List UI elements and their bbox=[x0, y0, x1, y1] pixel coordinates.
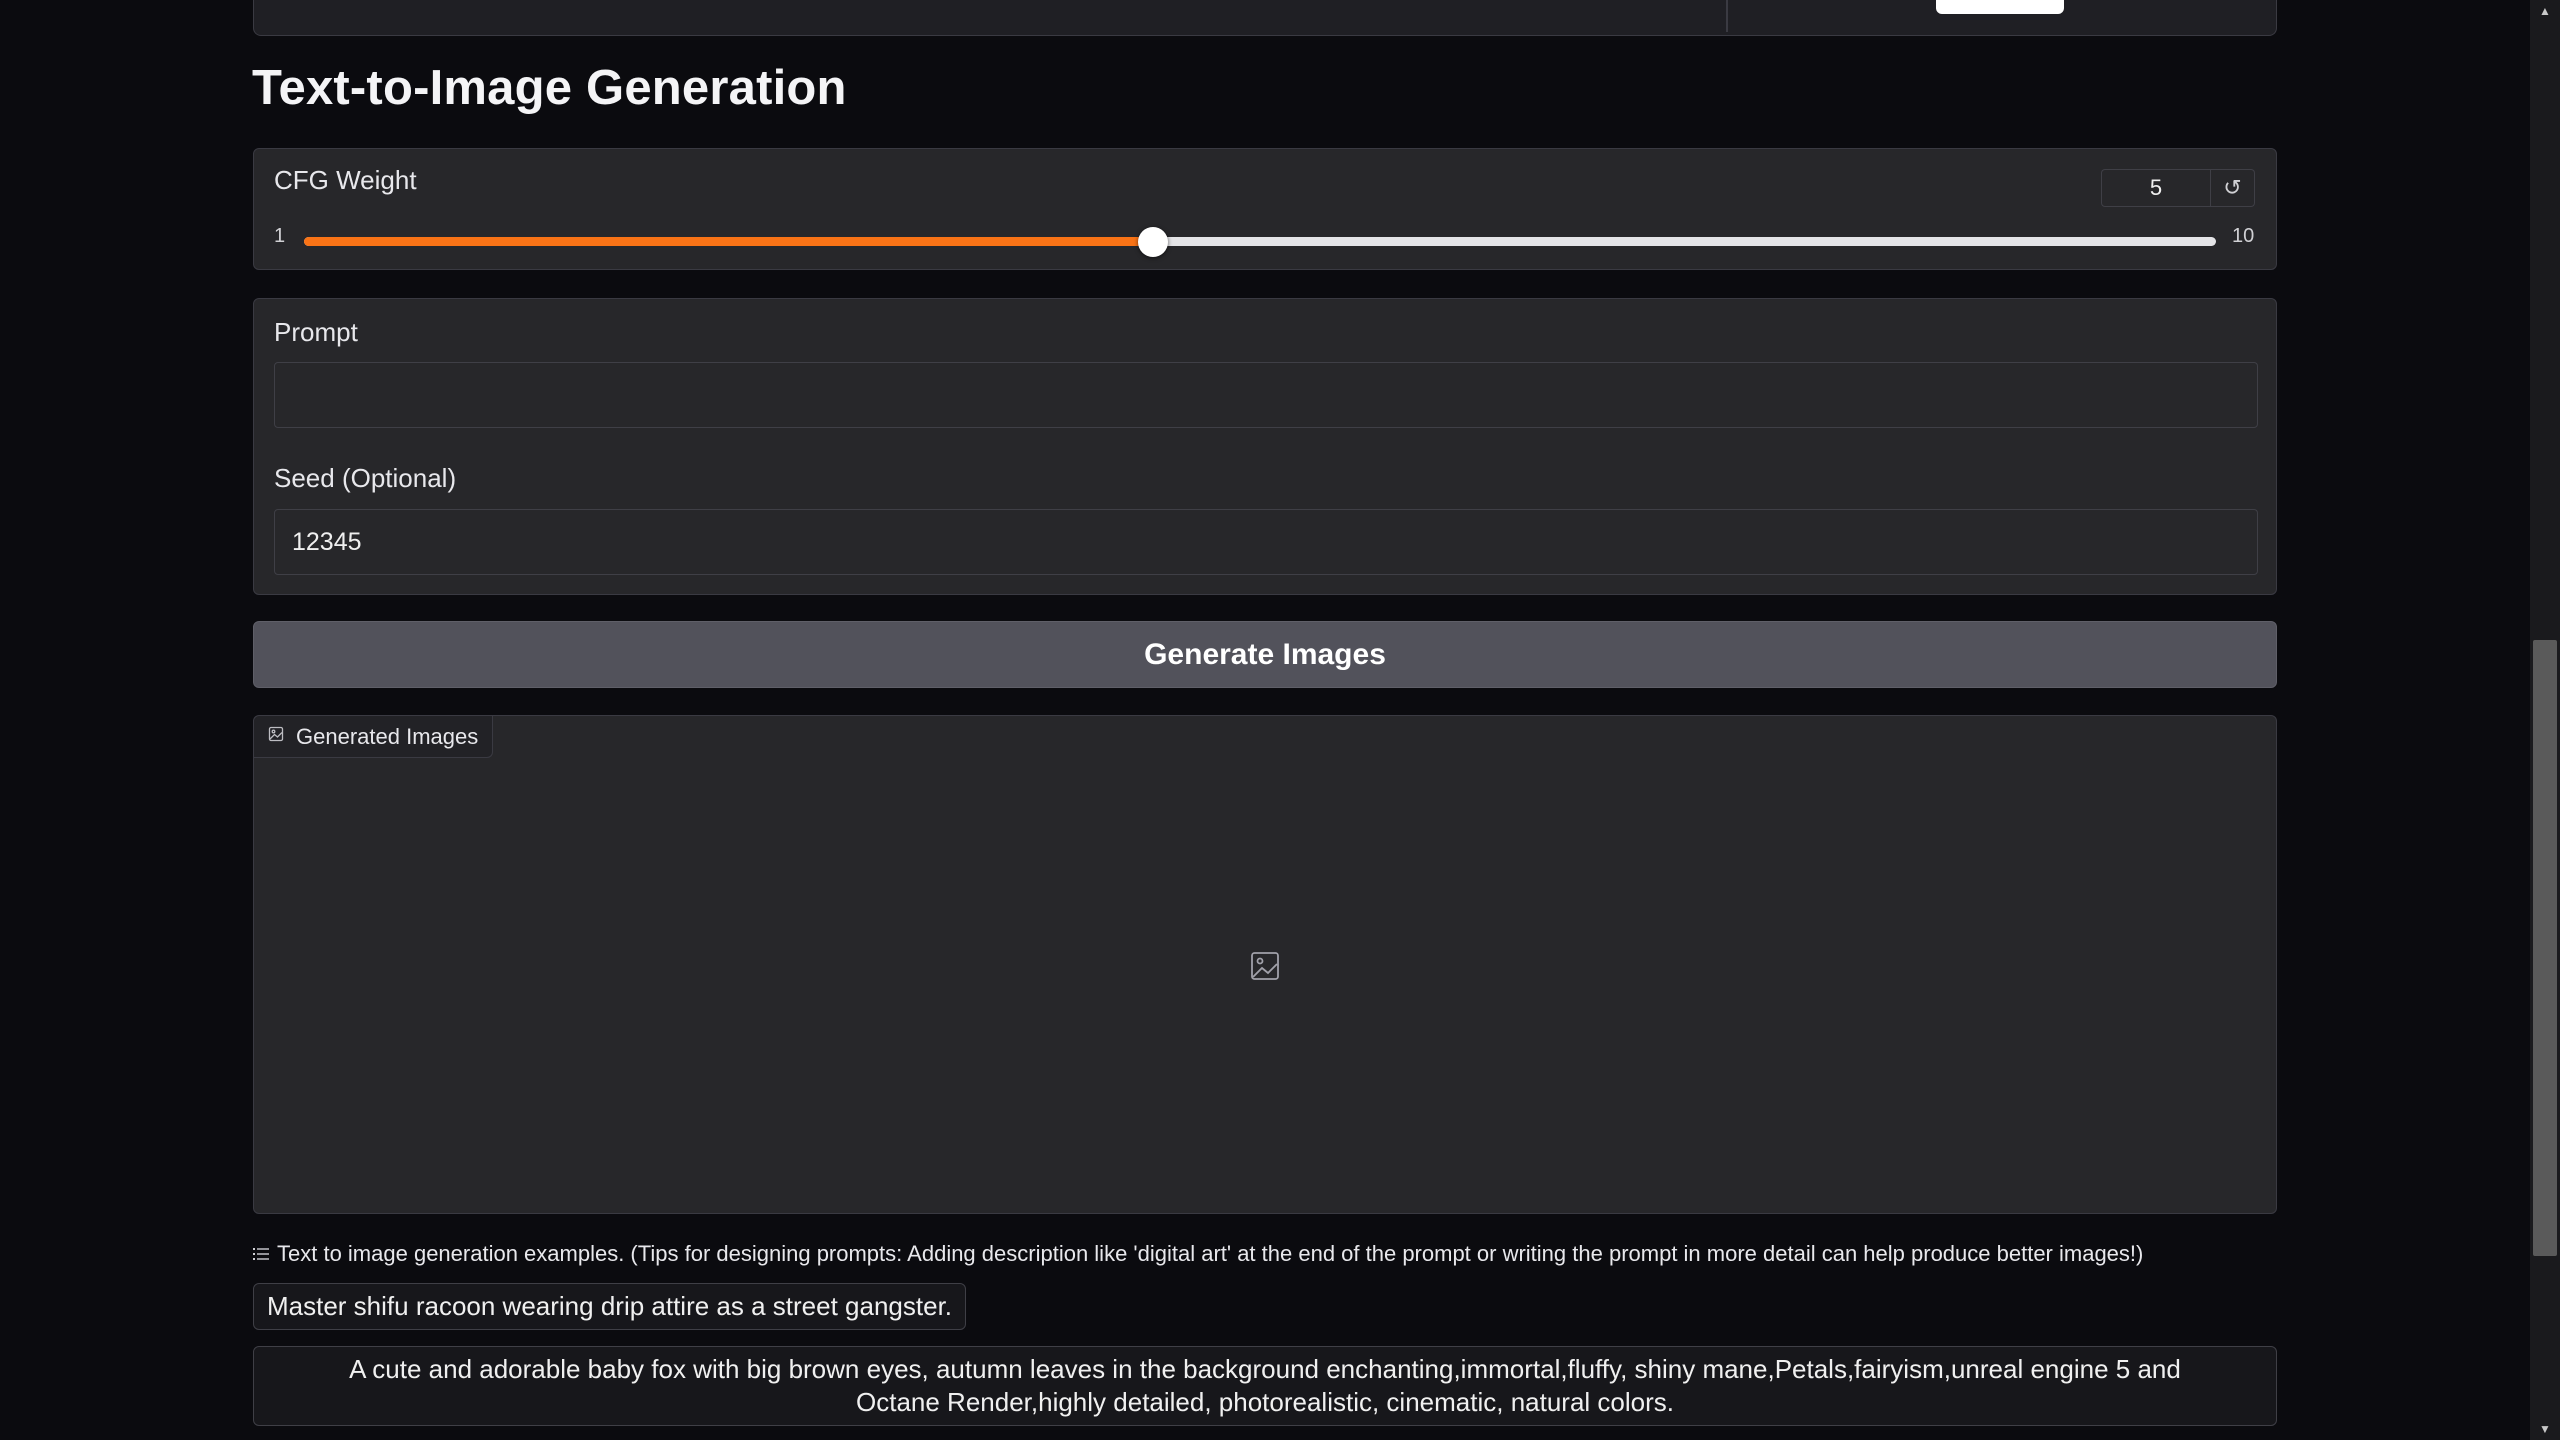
previous-section-button[interactable] bbox=[1936, 0, 2064, 14]
previous-section-panel bbox=[253, 0, 2277, 36]
cfg-reset-button[interactable]: ↺ bbox=[2211, 169, 2255, 207]
page: Text-to-Image Generation CFG Weight 5 ↺ … bbox=[0, 0, 2560, 1440]
slider-min-label: 1 bbox=[274, 225, 286, 247]
image-icon bbox=[268, 726, 284, 747]
cfg-weight-number-input[interactable]: 5 bbox=[2101, 169, 2211, 207]
seed-label: Seed (Optional) bbox=[274, 463, 457, 493]
vertical-scrollbar[interactable]: ▲ ▼ bbox=[2530, 0, 2560, 1440]
generated-images-gallery: Generated Images bbox=[253, 715, 2277, 1214]
examples-header-text: Text to image generation examples. (Tips… bbox=[277, 1241, 2144, 1266]
page-title: Text-to-Image Generation bbox=[252, 61, 847, 115]
slider-max-label: 10 bbox=[2232, 225, 2255, 247]
scrollbar-thumb[interactable] bbox=[2533, 640, 2557, 1256]
prompt-label: Prompt bbox=[274, 317, 358, 347]
seed-input[interactable] bbox=[274, 509, 2258, 575]
scroll-up-arrow-icon[interactable]: ▲ bbox=[2530, 0, 2560, 22]
scroll-down-arrow-icon[interactable]: ▼ bbox=[2530, 1418, 2560, 1440]
examples-header: Text to image generation examples. (Tips… bbox=[253, 1241, 2143, 1267]
example-item[interactable]: Master shifu racoon wearing drip attire … bbox=[253, 1283, 967, 1330]
prompt-input[interactable] bbox=[274, 362, 2258, 428]
cfg-weight-label: CFG Weight bbox=[274, 165, 417, 195]
cfg-weight-panel: CFG Weight 5 ↺ 1 10 bbox=[253, 148, 2277, 270]
cfg-weight-slider[interactable] bbox=[304, 227, 2216, 257]
prompt-seed-panel: Prompt Seed (Optional) bbox=[253, 298, 2277, 595]
gallery-tab-label: Generated Images bbox=[296, 723, 479, 749]
reset-icon: ↺ bbox=[2223, 175, 2242, 200]
slider-thumb[interactable] bbox=[1137, 227, 1168, 257]
slider-fill bbox=[304, 237, 1153, 246]
list-icon bbox=[253, 1241, 269, 1267]
gallery-label: Generated Images bbox=[254, 716, 494, 758]
panel-divider bbox=[1726, 0, 1728, 32]
example-item[interactable]: A cute and adorable baby fox with big br… bbox=[253, 1346, 2277, 1426]
empty-image-placeholder-icon bbox=[1250, 951, 1280, 981]
generate-images-button[interactable]: Generate Images bbox=[253, 621, 2277, 688]
